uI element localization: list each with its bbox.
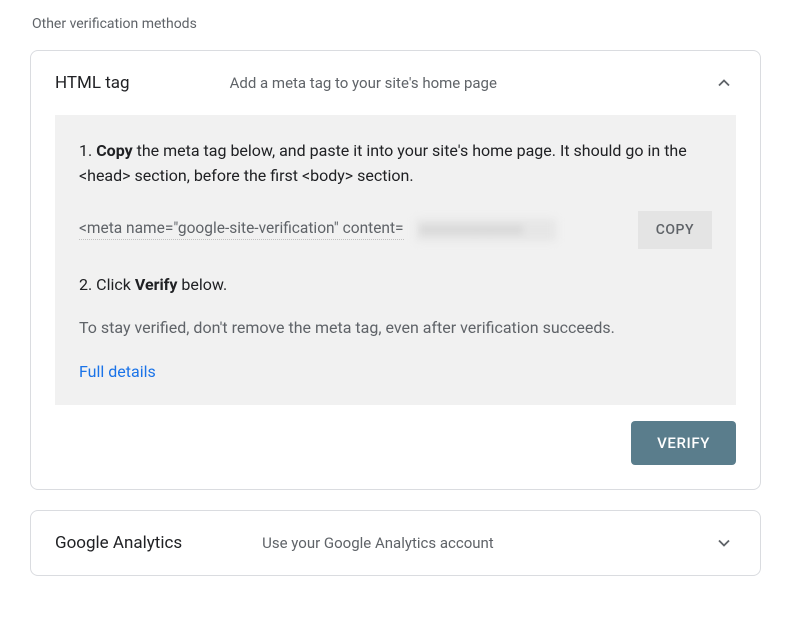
card-description: Add a meta tag to your site's home page [130, 74, 712, 92]
card-title: HTML tag [55, 73, 130, 93]
section-label: Other verification methods [30, 0, 761, 50]
chevron-up-icon [712, 71, 736, 95]
copy-button[interactable]: COPY [638, 211, 712, 249]
card-header-google-analytics[interactable]: Google Analytics Use your Google Analyti… [31, 511, 760, 575]
card-body: 1. Copy the meta tag below, and paste it… [55, 115, 736, 405]
meta-tag-snippet: <meta name="google-site-verification" co… [79, 219, 404, 240]
meta-tag-content-redacted: xxxxxxxxxxxxx [416, 219, 556, 241]
instruction-note: To stay verified, don't remove the meta … [79, 316, 712, 340]
verify-button[interactable]: VERIFY [631, 421, 736, 465]
verification-card-google-analytics: Google Analytics Use your Google Analyti… [30, 510, 761, 576]
card-title: Google Analytics [55, 533, 182, 553]
card-header-html-tag[interactable]: HTML tag Add a meta tag to your site's h… [31, 51, 760, 115]
instruction-step-2: 2. Click Verify below. [79, 275, 712, 294]
instruction-step-1: 1. Copy the meta tag below, and paste it… [79, 139, 712, 189]
card-description: Use your Google Analytics account [182, 534, 712, 552]
meta-tag-row: <meta name="google-site-verification" co… [79, 211, 712, 249]
verification-card-html-tag: HTML tag Add a meta tag to your site's h… [30, 50, 761, 490]
card-footer: VERIFY [31, 405, 760, 489]
full-details-link[interactable]: Full details [79, 362, 156, 381]
chevron-down-icon [712, 531, 736, 555]
